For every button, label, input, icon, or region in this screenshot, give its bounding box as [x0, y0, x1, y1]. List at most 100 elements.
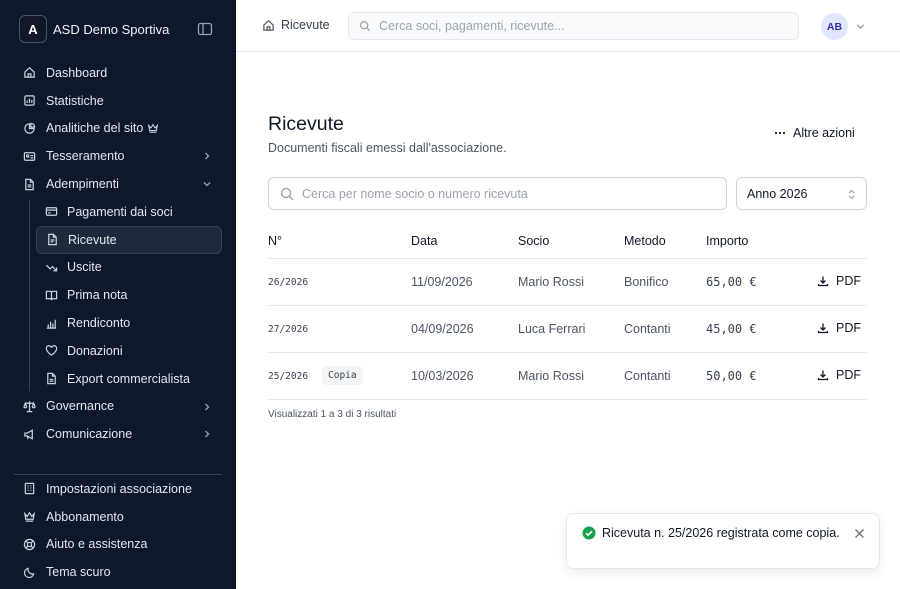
table-row[interactable]: 25/2026 Copia 10/03/2026 Mario Rossi Con… — [268, 353, 867, 400]
receipt-number: 27/2026 — [268, 324, 309, 335]
more-actions-label: Altre azioni — [793, 126, 855, 140]
submenu-adempimenti: Pagamenti dai soci Ricevute Uscite Prima… — [14, 198, 222, 393]
receipt-date: 11/09/2026 — [411, 275, 473, 289]
receipt-date: 10/03/2026 — [411, 369, 474, 383]
sidebar-item-donazioni[interactable]: Donazioni — [36, 337, 222, 365]
download-pdf-button[interactable]: PDF — [817, 368, 861, 382]
close-icon[interactable] — [854, 528, 865, 539]
chevron-updown-icon — [846, 188, 857, 201]
download-pdf-label: PDF — [836, 321, 861, 335]
chevron-right-icon — [202, 429, 212, 439]
trending-down-icon — [45, 261, 58, 274]
sidebar-item-dashboard[interactable]: Dashboard — [14, 59, 222, 87]
more-actions-button[interactable]: Altre azioni — [774, 126, 855, 140]
download-icon — [817, 275, 829, 287]
sidebar-item-analitiche[interactable]: Analitiche del sito — [14, 115, 222, 143]
global-search[interactable] — [348, 12, 799, 40]
receipt-amount: 45,00 € — [706, 322, 757, 336]
sidebar-item-label: Rendiconto — [67, 316, 131, 331]
lifebuoy-icon — [23, 538, 36, 551]
download-icon — [817, 322, 829, 334]
sidebar-item-adempimenti[interactable]: Adempimenti — [14, 170, 222, 198]
sidebar-item-label: Statistiche — [46, 93, 104, 108]
sidebar-item-label: Abbonamento — [46, 509, 124, 524]
sidebar-nav: Dashboard Statistiche Analitiche del sit… — [14, 59, 222, 448]
sidebar-item-ricevute[interactable]: Ricevute — [36, 225, 222, 254]
sidebar-item-pagamenti-soci[interactable]: Pagamenti dai soci — [36, 198, 222, 226]
year-select[interactable]: Anno 2026 — [736, 177, 867, 210]
search-icon — [359, 20, 371, 32]
column-header-date: Data — [411, 234, 438, 248]
sidebar-item-governance[interactable]: Governance — [14, 393, 222, 421]
receipt-search-input[interactable] — [302, 186, 712, 201]
heart-icon — [45, 344, 58, 357]
download-icon — [817, 369, 829, 381]
download-pdf-button[interactable]: PDF — [817, 274, 861, 288]
receipts-table: N° Data Socio Metodo Importo 26/2026 11/… — [268, 224, 867, 400]
sidebar-item-abbonamento[interactable]: Abbonamento — [14, 503, 222, 531]
column-header-member: Socio — [518, 234, 550, 248]
premium-crown-icon — [147, 122, 159, 134]
table-row[interactable]: 26/2026 11/09/2026 Mario Rossi Bonifico … — [268, 259, 867, 306]
user-avatar[interactable]: AB — [821, 13, 848, 40]
chevron-right-icon — [202, 402, 212, 412]
sidebar-item-comunicazione[interactable]: Comunicazione — [14, 420, 222, 448]
sidebar-item-prima-nota[interactable]: Prima nota — [36, 281, 222, 309]
sidebar-item-label: Analitiche del sito — [46, 121, 144, 136]
bar-chart-icon — [45, 317, 58, 330]
chart-icon — [23, 94, 36, 107]
copy-badge: Copia — [322, 366, 363, 385]
column-header-amount: Importo — [706, 234, 749, 248]
sidebar-item-label: Tema scuro — [46, 565, 111, 580]
receipt-icon — [46, 233, 59, 246]
chevron-right-icon — [202, 151, 212, 161]
sidebar-item-label: Adempimenti — [46, 177, 119, 192]
crown-icon — [23, 510, 36, 523]
sidebar-item-label: Tesseramento — [46, 149, 125, 164]
credit-card-icon — [45, 205, 58, 218]
toast-message: Ricevuta n. 25/2026 registrata come copi… — [602, 526, 840, 540]
file-export-icon — [45, 372, 58, 385]
sidebar-item-label: Dashboard — [46, 65, 108, 80]
sidebar-item-label: Governance — [46, 399, 115, 414]
building-icon — [23, 482, 36, 495]
breadcrumb[interactable]: Ricevute — [262, 18, 330, 32]
sidebar-item-rendiconto[interactable]: Rendiconto — [36, 309, 222, 337]
download-pdf-label: PDF — [836, 274, 861, 288]
page-subtitle: Documenti fiscali emessi dall'associazio… — [268, 141, 507, 155]
book-icon — [45, 289, 58, 302]
page-title: Ricevute — [268, 113, 344, 135]
sidebar-item-label: Uscite — [67, 260, 102, 275]
sidebar-item-uscite[interactable]: Uscite — [36, 254, 222, 282]
sidebar-item-export-commercialista[interactable]: Export commercialista — [36, 365, 222, 393]
sidebar-item-label: Comunicazione — [46, 427, 133, 442]
home-icon — [262, 19, 275, 32]
sidebar-item-label: Prima nota — [67, 288, 128, 303]
global-search-input[interactable] — [379, 19, 779, 33]
results-count: Visualizzati 1 a 3 di 3 risultati — [268, 409, 397, 420]
sidebar-bottom-nav: Impostazioni associazione Abbonamento Ai… — [14, 475, 222, 586]
receipt-amount: 50,00 € — [706, 369, 757, 383]
receipt-number: 25/2026 — [268, 371, 309, 382]
receipt-search[interactable] — [268, 177, 727, 210]
org-name: ASD Demo Sportiva — [53, 21, 170, 37]
org-switcher[interactable]: A ASD Demo Sportiva — [19, 15, 219, 43]
sidebar-item-statistiche[interactable]: Statistiche — [14, 87, 222, 115]
sidebar-item-label: Impostazioni associazione — [46, 481, 192, 496]
sidebar-item-impostazioni[interactable]: Impostazioni associazione — [14, 475, 222, 503]
receipt-member: Luca Ferrari — [518, 322, 586, 336]
sidebar-item-tesseramento[interactable]: Tesseramento — [14, 142, 222, 170]
megaphone-icon — [23, 428, 36, 441]
receipt-method: Contanti — [624, 322, 671, 336]
table-row[interactable]: 27/2026 04/09/2026 Luca Ferrari Contanti… — [268, 306, 867, 353]
receipt-amount: 65,00 € — [706, 275, 757, 289]
sidebar-item-tema-scuro[interactable]: Tema scuro — [14, 558, 222, 586]
download-pdf-label: PDF — [836, 368, 861, 382]
sidebar-item-aiuto[interactable]: Aiuto e assistenza — [14, 531, 222, 559]
sidebar-collapse-icon[interactable] — [197, 21, 213, 37]
receipt-date: 04/09/2026 — [411, 322, 474, 336]
download-pdf-button[interactable]: PDF — [817, 321, 861, 335]
chevron-down-icon[interactable] — [855, 21, 866, 32]
sidebar-item-label: Ricevute — [68, 232, 117, 247]
org-avatar: A — [19, 15, 47, 43]
